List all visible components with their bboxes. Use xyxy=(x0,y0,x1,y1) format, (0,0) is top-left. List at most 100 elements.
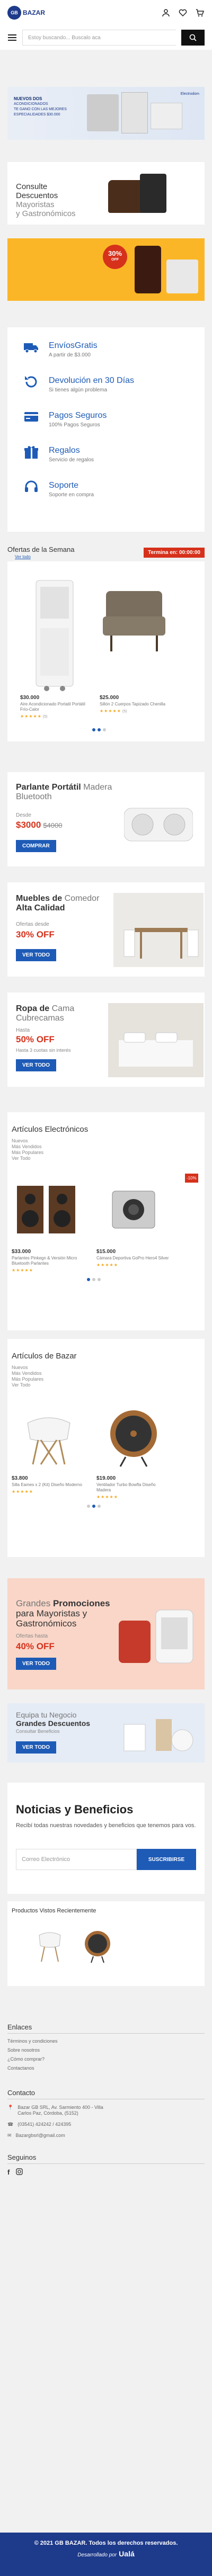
product-name[interactable]: Ventilador Turbo Bowfla Diseño Madera xyxy=(96,1482,171,1493)
contact-link[interactable]: Contactanos xyxy=(7,2064,205,2073)
banner-from: Ofertas desde xyxy=(16,922,49,927)
menu-icon[interactable] xyxy=(7,33,17,42)
view-all-button[interactable]: VER TODO xyxy=(16,1059,57,1071)
banner-old-price: $4000 xyxy=(43,821,63,829)
view-all-button[interactable]: VER TODO xyxy=(16,1741,57,1754)
carousel-dots[interactable] xyxy=(7,728,205,731)
feature-sub: 100% Pagos Seguros xyxy=(49,422,100,428)
gift-icon xyxy=(24,446,38,459)
truck-icon xyxy=(24,343,38,353)
filter-view-all-link[interactable]: Ver Todo xyxy=(12,1156,205,1161)
hero-title: NUEVOS DOS xyxy=(14,96,42,101)
buy-button[interactable]: COMPRAR xyxy=(16,840,56,852)
product-price: $15.000 xyxy=(96,1249,116,1255)
view-all-button[interactable]: VER TODO xyxy=(16,1658,57,1670)
furniture-banner[interactable]: Muebles de Comedor Alta Calidad Ofertas d… xyxy=(7,882,205,977)
promo-line: Consulte xyxy=(16,182,48,191)
carousel-dots[interactable] xyxy=(7,1278,205,1281)
heart-icon[interactable] xyxy=(178,8,188,17)
product-name[interactable]: Parlantes Pinkegn & Versión Micro Blueto… xyxy=(12,1256,86,1266)
product-name[interactable]: Cámara Deportiva GoPro Hero4 Silver xyxy=(96,1256,171,1261)
facebook-icon[interactable]: f xyxy=(7,2168,10,2176)
consult-discounts-banner[interactable]: Consulte Descuentos Mayoristas y Gastron… xyxy=(7,162,205,225)
hero-line: ESPECIALIDADES $30.000 xyxy=(14,113,60,117)
view-all-button[interactable]: VER TODO xyxy=(16,949,57,961)
filter-new-link[interactable]: Nuevos xyxy=(12,1365,205,1371)
speaker-banner[interactable]: Parlante Portátil Madera Bluetooth Desde … xyxy=(7,772,205,866)
carousel-dot[interactable] xyxy=(87,1278,90,1281)
dining-room-image xyxy=(113,893,204,967)
speakers-image xyxy=(12,1175,86,1244)
location-icon: 📍 xyxy=(7,2105,14,2110)
carousel-dot[interactable] xyxy=(92,1505,95,1508)
product-name[interactable]: Aire Acondicionado Portatil Portátil Frí… xyxy=(20,702,89,712)
promo-line: Equipa tu Negocio xyxy=(16,1711,77,1719)
search-button[interactable] xyxy=(181,30,205,46)
offers-title: Ofertas de la Semana xyxy=(7,545,75,553)
fan-image xyxy=(96,1402,171,1471)
email-field[interactable]: Correo Electrónico xyxy=(16,1849,137,1870)
feature-shipping: EnvíosGratis A partir de $3.000 xyxy=(23,339,205,374)
filter-bestsellers-link[interactable]: Más Vendidos xyxy=(12,1144,205,1150)
banner-off: 40% OFF xyxy=(16,1641,55,1651)
filter-new-link[interactable]: Nuevos xyxy=(12,1138,205,1144)
filter-view-all-link[interactable]: Ver Todo xyxy=(12,1382,205,1388)
feature-title: Pagos Seguros xyxy=(49,411,107,420)
product-card[interactable]: $19.000 Ventilador Turbo Bowfla Diseño M… xyxy=(96,1402,171,1499)
cart-icon[interactable] xyxy=(195,8,205,17)
phone: (03541) 424242 / 424395 xyxy=(17,2122,72,2127)
product-card[interactable]: -10% $15.000 Cámara Deportiva GoPro Hero… xyxy=(96,1174,198,1273)
terms-link[interactable]: Términos y condiciones xyxy=(7,2037,205,2046)
carousel-dot[interactable] xyxy=(92,1278,95,1281)
carousel-dot[interactable] xyxy=(98,728,101,731)
carousel-dot[interactable] xyxy=(103,728,106,731)
product-name[interactable]: Sillón 2 Cuerpos Tapizado Chenilla xyxy=(100,702,169,707)
wholesale-promo-banner[interactable]: Grandes Promociones para Mayoristas y Ga… xyxy=(7,1578,205,1689)
footer-contact-title: Contacto xyxy=(7,2089,205,2099)
product-card[interactable]: $30.000 Aire Acondicionado Portatil Port… xyxy=(20,570,89,719)
business-promo-banner[interactable]: Equipa tu Negocio Grandes Descuentos Con… xyxy=(7,1703,205,1763)
newsletter-text: Recibí todas nuestras novedades y benefi… xyxy=(16,1822,196,1829)
bedding-banner[interactable]: Ropa de Cama Cubrecamas Hasta 50% OFF Has… xyxy=(7,992,205,1087)
instagram-icon[interactable] xyxy=(16,2168,23,2175)
product-rating: ★★★★★ (5) xyxy=(100,709,127,713)
promo-line: y Gastronómicos xyxy=(16,209,76,218)
banner-from: Ofertas hasta xyxy=(16,1633,48,1639)
about-link[interactable]: Sobre nosotros xyxy=(7,2046,205,2055)
banner-off: 30% OFF xyxy=(16,929,55,940)
recent-chair-image[interactable] xyxy=(34,1928,66,1965)
product-card[interactable]: $3.800 Silla Eames x 2 (Kit) Diseño Mode… xyxy=(12,1402,86,1499)
how-to-buy-link[interactable]: ¿Cómo comprar? xyxy=(7,2055,205,2064)
search-input[interactable]: Estoy buscando... Buscalo aca xyxy=(22,30,176,46)
newsletter-title: Noticias y Beneficios xyxy=(16,1803,134,1816)
newsletter-section: Noticias y Beneficios Recibí todas nuest… xyxy=(7,1783,205,1894)
product-card[interactable]: $25.000 Sillón 2 Cuerpos Tapizado Chenil… xyxy=(100,570,169,719)
product-price: $33.000 xyxy=(12,1249,31,1255)
user-icon[interactable] xyxy=(161,8,171,17)
filter-bestsellers-link[interactable]: Más Vendidos xyxy=(12,1371,205,1376)
developer-brand[interactable]: Ualá xyxy=(119,2550,135,2558)
carousel-dots[interactable] xyxy=(7,1505,205,1508)
product-card[interactable]: $33.000 Parlantes Pinkegn & Versión Micr… xyxy=(12,1175,86,1273)
offers-header: Ofertas de la Semana Ver todo Termina en… xyxy=(7,545,205,559)
feature-gifts: Regalos Servicio de regalos xyxy=(23,444,205,479)
carousel-dot[interactable] xyxy=(92,728,95,731)
logo[interactable]: GB BAZAR xyxy=(7,6,45,20)
subscribe-button[interactable]: SUSCRIBIRSE xyxy=(137,1849,196,1870)
hero-banner[interactable]: NUEVOS DOS ACONDICIONADOS TE GANO CON LA… xyxy=(7,87,205,140)
email[interactable]: Bazargbsrl@gmail.com xyxy=(16,2133,65,2139)
carousel-dot[interactable] xyxy=(87,1505,90,1508)
product-name[interactable]: Silla Eames x 2 (Kit) Diseño Moderno xyxy=(12,1482,86,1488)
kitchen-promo-banner[interactable]: 30% OFF xyxy=(7,238,205,301)
air-conditioner-image xyxy=(20,570,89,693)
filter-popular-link[interactable]: Más Populares xyxy=(12,1150,205,1156)
filter-popular-link[interactable]: Más Populares xyxy=(12,1376,205,1382)
recent-fan-image[interactable] xyxy=(82,1928,113,1965)
carousel-dot[interactable] xyxy=(98,1505,101,1508)
hero-washer-image xyxy=(151,103,182,129)
carousel-dot[interactable] xyxy=(98,1278,101,1281)
offers-view-all-link[interactable]: Ver todo xyxy=(15,554,74,559)
search-icon xyxy=(189,34,197,41)
promo-line-bold: Promociones xyxy=(52,1598,110,1608)
banner-title: Muebles de xyxy=(16,894,63,903)
